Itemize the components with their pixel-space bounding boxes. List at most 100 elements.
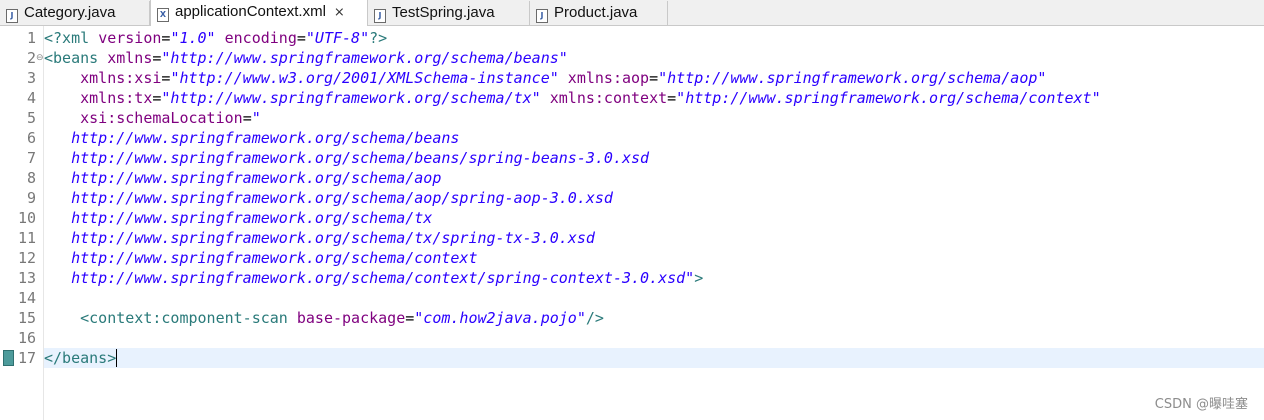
tag-open: <context:component-scan xyxy=(80,309,288,327)
java-file-icon: J xyxy=(536,9,548,23)
schema-location-url: http://www.springframework.org/schema/ao… xyxy=(44,169,442,187)
equals-sign: = xyxy=(667,89,677,107)
tab-testspring-java[interactable]: J TestSpring.java xyxy=(368,1,530,26)
code-line-2: <beans xmlns="http://www.springframework… xyxy=(44,48,1264,68)
attribute-value: "http://www.springframework.org/schema/a… xyxy=(658,69,1047,87)
tab-label: Product.java xyxy=(554,4,638,21)
line-number: 8 xyxy=(26,169,36,187)
tag-close: </beans> xyxy=(44,349,117,367)
tab-applicationcontext-xml[interactable]: XapplicationContext.xml ⨯ xyxy=(150,0,368,26)
code-line-12: http://www.springframework.org/schema/co… xyxy=(44,248,1264,268)
attribute-name: xmlns:tx xyxy=(80,89,153,107)
line-number: 15 xyxy=(17,309,36,327)
java-file-icon: J xyxy=(374,9,386,23)
attribute-value: "http://www.springframework.org/schema/t… xyxy=(161,89,541,107)
equals-sign: = xyxy=(405,309,415,327)
line-number: 12 xyxy=(17,249,36,267)
code-line-15: <context:component-scan base-package="co… xyxy=(44,308,1264,328)
text-caret xyxy=(116,349,118,367)
line-number: 5 xyxy=(26,109,36,127)
code-line-1: <?xml version="1.0" encoding="UTF-8"?> xyxy=(44,28,1264,48)
tab-label: Category.java xyxy=(24,4,116,21)
tab-label: applicationContext.xml xyxy=(175,3,326,20)
line-number: 16 xyxy=(17,329,36,347)
tab-label: TestSpring.java xyxy=(392,4,495,21)
attribute-name: base-package xyxy=(296,309,406,327)
line-number: 9 xyxy=(26,189,36,207)
line-number: 2 xyxy=(26,49,36,67)
schema-location-url: http://www.springframework.org/schema/be… xyxy=(44,129,460,147)
xml-declaration-open: <?xml xyxy=(44,29,99,47)
tag-open: <beans xyxy=(44,49,99,67)
schema-location-url: http://www.springframework.org/schema/co… xyxy=(44,249,478,267)
attribute-name: xmlns xyxy=(107,49,153,67)
code-line-7: http://www.springframework.org/schema/be… xyxy=(44,148,1264,168)
schema-location-url: http://www.springframework.org/schema/tx… xyxy=(44,229,595,247)
tab-product-java[interactable]: J Product.java xyxy=(530,1,668,26)
line-number: 4 xyxy=(26,89,36,107)
code-line-8: http://www.springframework.org/schema/ao… xyxy=(44,168,1264,188)
line-number: 7 xyxy=(26,149,36,167)
tag-self-close: /> xyxy=(585,309,604,327)
attribute-name: xmlns:aop xyxy=(567,69,650,87)
code-editor[interactable]: <?xml version="1.0" encoding="UTF-8"?> <… xyxy=(44,26,1264,420)
schema-location-url: http://www.springframework.org/schema/tx xyxy=(44,209,433,227)
equals-sign: = xyxy=(649,69,659,87)
code-line-5: xsi:schemaLocation=" xyxy=(44,108,1264,128)
attribute-value: "UTF-8" xyxy=(305,29,370,47)
code-line-17: </beans> xyxy=(44,348,1264,368)
fold-collapse-icon[interactable]: ⊖ xyxy=(36,48,44,68)
attribute-value: "1.0" xyxy=(170,29,216,47)
attribute-value: "http://www.springframework.org/schema/b… xyxy=(161,49,568,67)
tag-close: > xyxy=(694,269,704,287)
attribute-value: "http://www.springframework.org/schema/c… xyxy=(676,89,1101,107)
attribute-name: xsi:schemaLocation xyxy=(80,109,243,127)
code-line-6: http://www.springframework.org/schema/be… xyxy=(44,128,1264,148)
attribute-name: encoding xyxy=(224,29,297,47)
attribute-value: "com.how2java.pojo" xyxy=(414,309,586,327)
line-number: 13 xyxy=(17,269,36,287)
tab-category-java[interactable]: J Category.java xyxy=(0,1,150,26)
xml-declaration-close: ?> xyxy=(369,29,388,47)
code-line-3: xmlns:xsi = "http://www.w3.org/2001/XMLSch… xyxy=(44,68,1264,88)
code-line-9: http://www.springframework.org/schema/ao… xyxy=(44,188,1264,208)
close-icon[interactable]: ⨯ xyxy=(334,1,345,25)
schema-location-url: http://www.springframework.org/schema/be… xyxy=(44,149,650,167)
line-number: 6 xyxy=(26,129,36,147)
schema-location-url: http://www.springframework.org/schema/co… xyxy=(44,269,695,287)
code-line-11: http://www.springframework.org/schema/tx… xyxy=(44,228,1264,248)
code-line-4: xmlns:tx="http://www.springframework.org… xyxy=(44,88,1264,108)
attribute-name: xmlns:xsi xyxy=(80,69,162,87)
attribute-value: " xyxy=(251,109,261,127)
schema-location-url: http://www.springframework.org/schema/ao… xyxy=(44,189,613,207)
line-number: 1 xyxy=(26,29,36,47)
java-file-icon: J xyxy=(6,9,18,23)
line-number: 17 xyxy=(17,349,36,367)
line-number-gutter[interactable]: 1 2 ⊖ 3 4 5 6 7 8 9 10 11 12 13 14 15 16… xyxy=(0,26,44,420)
line-number: 10 xyxy=(17,209,36,227)
line-number: 14 xyxy=(17,289,36,307)
line-number: 3 xyxy=(26,69,36,87)
code-line-10: http://www.springframework.org/schema/tx xyxy=(44,208,1264,228)
equals-sign: = xyxy=(242,109,252,127)
xml-file-icon: X xyxy=(157,8,169,22)
attribute-name: xmlns:context xyxy=(549,89,668,107)
equals-sign: = xyxy=(296,29,306,47)
code-line-13: http://www.springframework.org/schema/co… xyxy=(44,268,1264,288)
attribute-value: "http://www.w3.org/2001/XMLSchema-instan… xyxy=(170,69,559,87)
watermark: CSDN @曝哇塞 xyxy=(1154,397,1248,412)
line-number: 11 xyxy=(17,229,36,247)
editor-tab-bar: J Category.java XapplicationContext.xml ⨯ … xyxy=(0,0,1264,26)
attribute-name: version xyxy=(98,29,162,47)
